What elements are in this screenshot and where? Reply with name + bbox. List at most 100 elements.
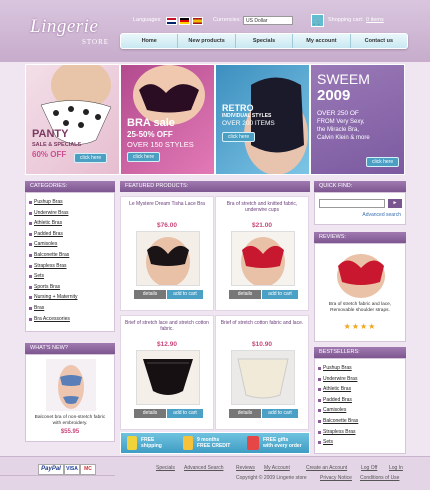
cart-label: Shopping cart: (328, 17, 364, 23)
product-title[interactable]: Bra of stretch and knitted fabric, under… (220, 201, 304, 213)
footer-link-specials[interactable]: Specials (156, 465, 175, 471)
language-flags (166, 17, 203, 25)
bestseller-item[interactable]: Underwire Bras (315, 374, 405, 385)
logo[interactable]: Lingerie (30, 16, 98, 38)
category-item[interactable]: Bras (26, 303, 114, 314)
product-price: $76.00 (157, 222, 177, 229)
footer-link-log-in[interactable]: Log In (389, 465, 403, 471)
add-to-cart-button[interactable]: add to cart (167, 290, 203, 299)
footer-link-create-account[interactable]: Create an Account (306, 465, 347, 471)
rating-stars-icon: ★★★★ (343, 322, 377, 331)
footer-link-reviews[interactable]: Reviews (236, 465, 255, 471)
banner4-click-button[interactable]: click here (366, 157, 400, 167)
banner1-line1: PANTY (32, 128, 69, 140)
product-card: Brief of stretch lace and stretch cotton… (120, 315, 214, 430)
banner1-click-button[interactable]: click here (74, 153, 108, 163)
details-button[interactable]: details (229, 290, 261, 299)
category-item[interactable]: Sets (26, 271, 114, 282)
banner3-click-button[interactable]: click here (222, 132, 256, 142)
review-product-image[interactable] (330, 248, 392, 298)
banner-sweem-2009[interactable]: SWEEM 2009 OVER 250 OF FROM Very Sexy, t… (310, 64, 405, 175)
german-flag-icon[interactable] (179, 17, 190, 25)
category-item[interactable]: Sports Bras (26, 282, 114, 293)
bestseller-item[interactable]: Pushup Bras (315, 363, 405, 374)
category-item[interactable]: Balconette Bras (26, 250, 114, 261)
nav-new-products[interactable]: New products (178, 34, 236, 48)
promo-free-gifts[interactable]: FREE gifts with every order (263, 437, 302, 449)
product-card: Brief of stretch cotton fabric and lace.… (215, 315, 309, 430)
footer-link-conditions[interactable]: Conditions of Use (360, 475, 399, 481)
categories-box: CATEGORIES: Pushup Bras Underwire Bras A… (25, 181, 115, 332)
visa-icon: VISA (64, 464, 80, 475)
product-image[interactable] (231, 350, 295, 405)
product-image[interactable] (231, 231, 295, 287)
logo-subtitle: STORE (82, 38, 110, 46)
bestseller-item[interactable]: Camisoles (315, 405, 405, 416)
search-input[interactable] (319, 199, 385, 208)
product-title[interactable]: Brief of stretch cotton fabric and lace. (220, 320, 304, 326)
whats-new-desc[interactable]: Balconet bra of non-stretch fabric with … (32, 415, 108, 427)
quick-find-box: QUICK FIND: ► Advanced search (314, 181, 406, 225)
details-button[interactable]: details (134, 409, 166, 418)
footer-link-privacy[interactable]: Privacy Notice (320, 475, 352, 481)
banner4-line6: Calvin Klein & more (317, 135, 370, 141)
bestseller-item[interactable]: Sets (315, 437, 405, 448)
footer-link-advanced-search[interactable]: Advanced Search (184, 465, 223, 471)
details-button[interactable]: details (134, 290, 166, 299)
product-title[interactable]: Le Mystere Dream Tisha Lace Bra (125, 201, 209, 207)
shopping-cart-icon[interactable]: 🛒 (311, 14, 324, 27)
review-text[interactable]: Bra of stretch fabric and lace, Removabl… (319, 302, 401, 314)
nav-home[interactable]: Home (121, 34, 179, 48)
add-to-cart-button[interactable]: add to cart (262, 290, 298, 299)
quick-find-panel: ► Advanced search (314, 192, 406, 225)
english-flag-icon[interactable] (166, 17, 177, 25)
bestseller-item[interactable]: Balconette Bras (315, 416, 405, 427)
featured-box: FEATURED PRODUCTS: (120, 181, 310, 192)
search-button-icon[interactable]: ► (388, 199, 402, 208)
category-item[interactable]: Pushup Bras (26, 197, 114, 208)
whats-new-price: $55.95 (60, 429, 80, 435)
banner-bra-sale[interactable]: BRA sale 25-50% OFF OVER 150 STYLES clic… (120, 64, 215, 175)
banner2-click-button[interactable]: click here (127, 152, 161, 162)
bestseller-item[interactable]: Padded Bras (315, 395, 405, 406)
bestsellers-list: Pushup Bras Underwire Bras Athletic Bras… (314, 358, 406, 454)
nav-contact-us[interactable]: Contact us (351, 34, 407, 48)
bestseller-item[interactable]: Strapless Bras (315, 427, 405, 438)
currency-select[interactable]: US Dollar (243, 16, 293, 25)
cart-count[interactable]: 0 items (366, 17, 384, 23)
product-image[interactable] (136, 350, 200, 405)
add-to-cart-button[interactable]: add to cart (167, 409, 203, 418)
banner2-line2: 25-50% OFF (127, 130, 173, 139)
nav-specials[interactable]: Specials (236, 34, 294, 48)
footer-divider (0, 475, 115, 476)
details-button[interactable]: details (229, 409, 261, 418)
category-item[interactable]: Padded Bras (26, 229, 114, 240)
category-item[interactable]: Camisoles (26, 239, 114, 250)
footer: PayPal VISA MC Specials Advanced Search … (0, 456, 430, 490)
reviews-panel: Bra of stretch fabric and lace, Removabl… (314, 243, 406, 342)
free-gift-icon (247, 436, 259, 450)
advanced-search-link[interactable]: Advanced search (315, 212, 401, 218)
categories-list: Pushup Bras Underwire Bras Athletic Bras… (25, 192, 115, 332)
category-item[interactable]: Bra Accessories (26, 314, 114, 325)
add-to-cart-button[interactable]: add to cart (262, 409, 298, 418)
product-title[interactable]: Brief of stretch lace and stretch cotton… (125, 320, 209, 332)
banner-panty-sale[interactable]: PANTY SALE & SPECIALS 60% OFF click here (25, 64, 120, 175)
footer-link-my-account[interactable]: My Account (264, 465, 290, 471)
whats-new-image[interactable] (46, 359, 96, 411)
footer-link-log-off[interactable]: Log Off (361, 465, 377, 471)
category-item[interactable]: Athletic Bras (26, 218, 114, 229)
category-item[interactable]: Nursing + Maternity (26, 292, 114, 303)
spanish-flag-icon[interactable] (192, 17, 203, 25)
banner3-line1: RETRO (222, 103, 254, 113)
banner-retro[interactable]: RETRO INDIVIDUAL STYLES OVER 200 ITEMS c… (215, 64, 310, 175)
category-item[interactable]: Underwire Bras (26, 208, 114, 219)
copyright: Copyright © 2009 Lingerie store (236, 475, 307, 481)
bestseller-item[interactable]: Athletic Bras (315, 384, 405, 395)
product-image[interactable] (136, 231, 200, 287)
nav-my-account[interactable]: My account (293, 34, 351, 48)
banner4-line5: the Miracle Bra, (317, 127, 360, 133)
promo-free-credit[interactable]: 9 months FREE CREDIT (197, 437, 230, 449)
category-item[interactable]: Strapless Bras (26, 261, 114, 272)
promo-free-shipping[interactable]: FREE shipping (141, 437, 162, 449)
